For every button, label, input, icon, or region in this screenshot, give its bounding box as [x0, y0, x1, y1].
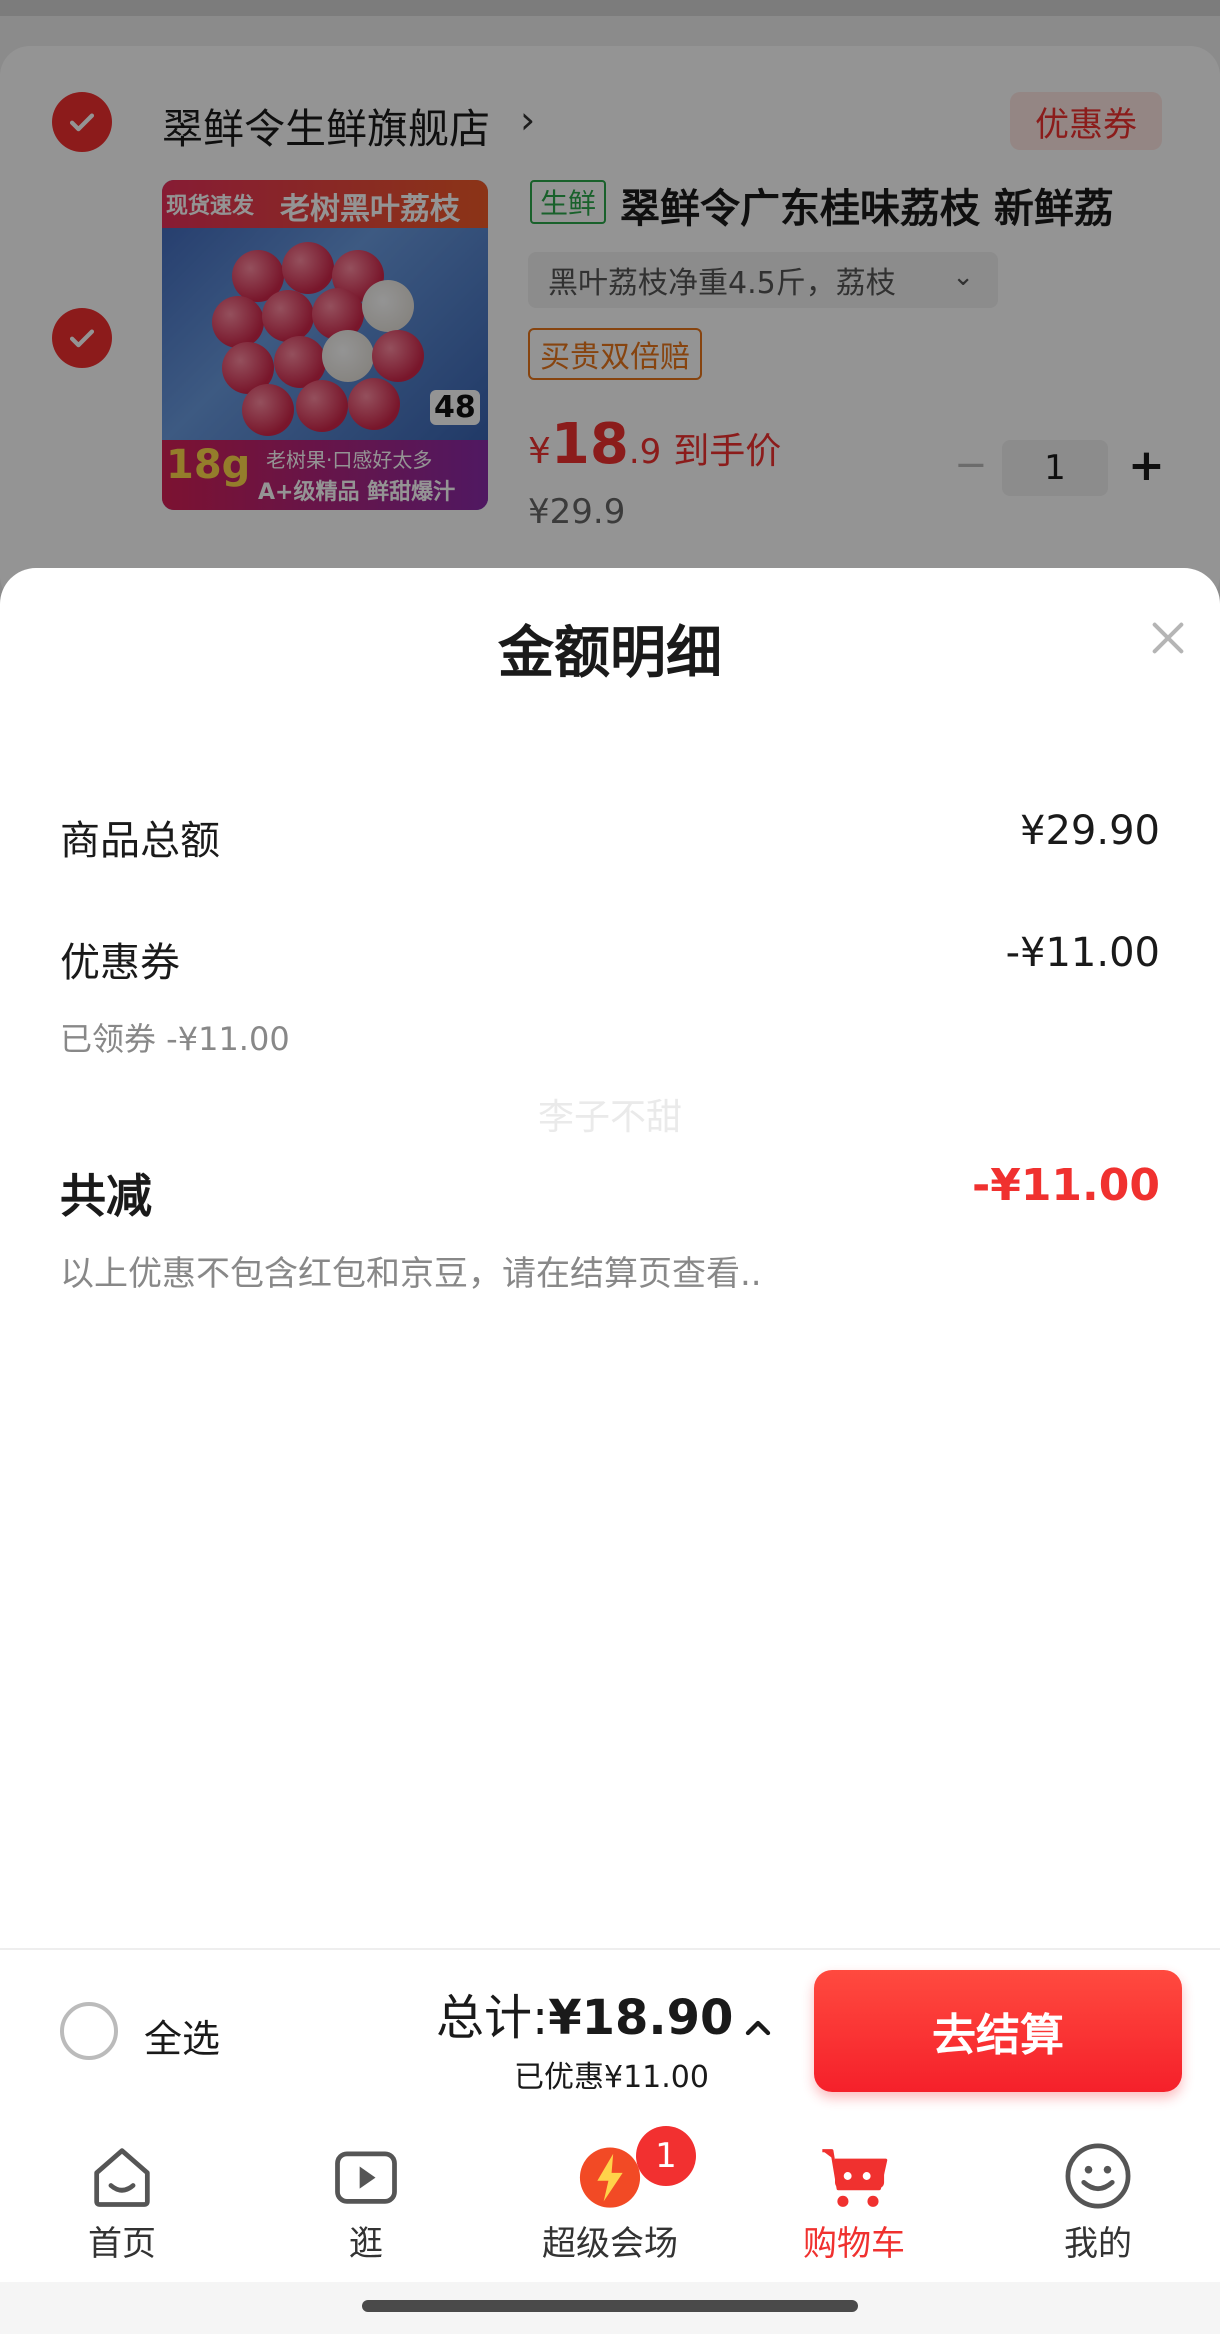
notification-badge: 1 — [636, 2126, 696, 2186]
coupon-row-value: -¥11.00 — [1005, 930, 1160, 976]
total-prefix: 总计: — [436, 1990, 549, 2046]
total-reduce-label: 共减 — [60, 1169, 152, 1223]
bottom-tab-bar: 首页 逛 1 超级会场 购物车 我的 — [0, 2112, 1220, 2282]
chevron-up-icon[interactable] — [738, 2008, 778, 2048]
checkout-bar: 全选 总计:¥18.90 已优惠¥11.00 去结算 — [0, 1948, 1220, 2112]
total-value: ¥18.90 — [548, 1990, 734, 2046]
tab-label: 首页 — [88, 2224, 156, 2264]
home-icon — [94, 2148, 150, 2207]
smiley-icon — [1065, 2143, 1131, 2209]
video-icon — [335, 2151, 397, 2204]
tab-cart[interactable]: 购物车 — [732, 2112, 976, 2282]
discount-note: 以上优惠不包含红包和京豆，请在结算页查看.. — [60, 1254, 762, 1294]
tab-label: 购物车 — [803, 2224, 905, 2264]
coupon-claimed-note: 已领券 -¥11.00 — [60, 1020, 290, 1058]
tab-label: 超级会场 — [542, 2224, 678, 2264]
tab-label: 我的 — [1064, 2224, 1132, 2264]
tab-super-venue[interactable]: 1 超级会场 — [488, 2112, 732, 2282]
total-reduce-value: -¥11.00 — [971, 1160, 1160, 1211]
cart-icon — [822, 2149, 888, 2207]
select-all-checkbox[interactable] — [60, 2002, 118, 2060]
close-icon[interactable] — [1148, 618, 1188, 658]
tab-label: 逛 — [349, 2224, 383, 2264]
watermark: 李子不甜 — [537, 1097, 682, 1138]
total-amount[interactable]: 总计:¥18.90 — [436, 1978, 733, 2048]
tab-browse[interactable]: 逛 — [244, 2112, 488, 2282]
goods-total-label: 商品总额 — [60, 818, 220, 864]
coupon-row-label: 优惠券 — [60, 940, 180, 986]
goods-total-value: ¥29.90 — [1020, 808, 1160, 854]
home-indicator[interactable] — [362, 2300, 858, 2312]
tab-mine[interactable]: 我的 — [976, 2112, 1220, 2282]
checkout-button[interactable]: 去结算 — [814, 1970, 1182, 2092]
sheet-title: 金额明细 — [498, 621, 722, 686]
select-all-label[interactable]: 全选 — [144, 2008, 220, 2063]
tab-home[interactable]: 首页 — [0, 2112, 244, 2282]
saved-amount: 已优惠¥11.00 — [514, 2060, 709, 2095]
